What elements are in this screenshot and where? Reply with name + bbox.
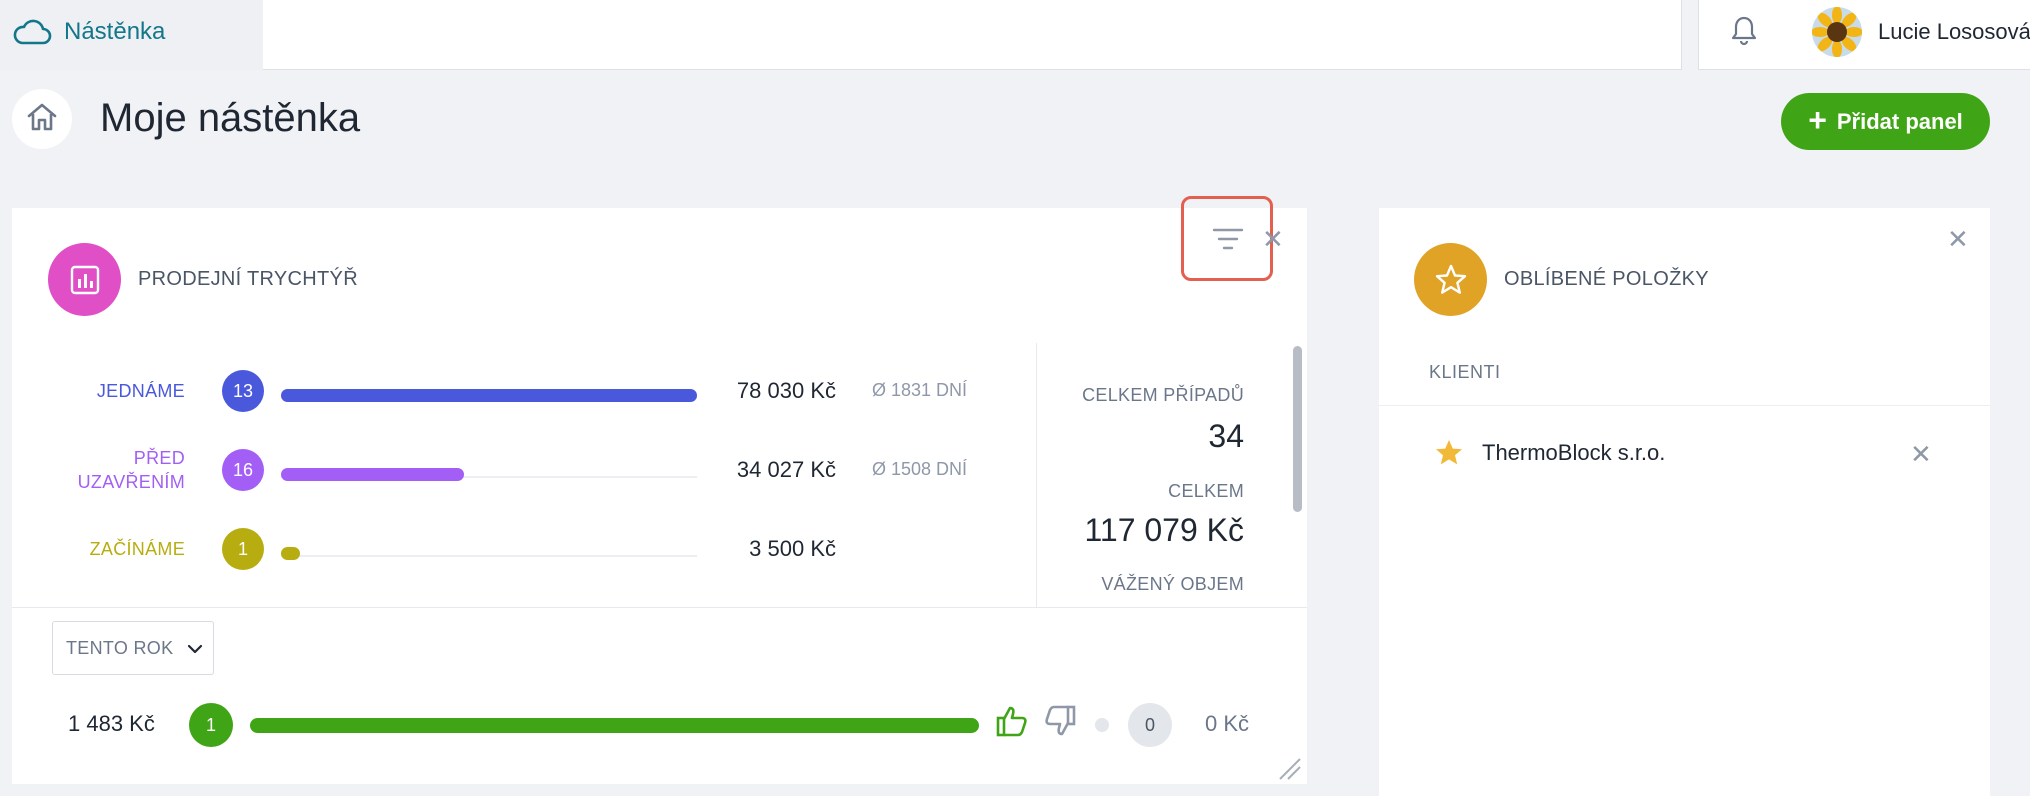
favorites-divider bbox=[1379, 405, 1990, 406]
stage-label-line: UZAVŘENÍM bbox=[77, 472, 185, 492]
clients-section-label: KLIENTI bbox=[1429, 362, 1501, 382]
stage-bar-fill bbox=[281, 389, 697, 402]
stage-average-days: Ø 1508 DNÍ bbox=[872, 459, 968, 479]
stage-label: ZAČÍNÁME bbox=[90, 537, 185, 561]
stage-label: JEDNÁME bbox=[97, 379, 185, 403]
total-cases-label: CELKEM PŘÍPADŮ bbox=[1082, 385, 1244, 405]
star-filled-icon[interactable] bbox=[1434, 438, 1464, 473]
won-count-badge: 1 bbox=[189, 703, 233, 747]
lost-count-badge: 0 bbox=[1128, 703, 1172, 747]
stage-average-days: Ø 1831 DNÍ bbox=[872, 380, 968, 400]
stage-label-line: PŘED bbox=[133, 448, 185, 468]
user-name[interactable]: Lucie Lososová bbox=[1878, 19, 2030, 45]
nav-tab-label: Nástěnka bbox=[64, 18, 166, 45]
avatar[interactable] bbox=[1812, 7, 1862, 57]
stats-divider bbox=[1036, 343, 1037, 607]
nav-tab-dashboard[interactable]: Nástěnka bbox=[0, 0, 264, 70]
total-value: 117 079 Kč bbox=[1084, 512, 1244, 548]
star-outline-icon bbox=[1414, 243, 1487, 316]
period-select-value: TENTO ROK bbox=[66, 637, 174, 658]
thumbs-down-icon[interactable] bbox=[1041, 703, 1077, 744]
weighted-volume-label: VÁŽENÝ OBJEM bbox=[1101, 574, 1244, 594]
remove-favorite-icon[interactable]: ✕ bbox=[1910, 439, 1932, 470]
stage-label: PŘED UZAVŘENÍM bbox=[78, 446, 185, 494]
total-label: CELKEM bbox=[1168, 481, 1244, 501]
lost-amount: 0 Kč bbox=[1205, 711, 1250, 736]
add-panel-button[interactable]: + Přidat panel bbox=[1781, 93, 1990, 150]
page-title: Moje nástěnka bbox=[100, 96, 361, 140]
close-favorites-panel-icon[interactable]: ✕ bbox=[1947, 224, 1969, 255]
stage-amount: 78 030 Kč bbox=[736, 378, 836, 403]
won-amount: 1 483 Kč bbox=[68, 711, 155, 736]
favorites-panel-title: OBLÍBENÉ POLOŽKY bbox=[1504, 268, 1709, 290]
stage-bar-track bbox=[281, 555, 697, 557]
stage-amount: 3 500 Kč bbox=[749, 536, 836, 561]
stage-bar-fill bbox=[281, 547, 300, 560]
thumbs-up-icon[interactable] bbox=[995, 703, 1031, 744]
home-button[interactable] bbox=[12, 89, 72, 149]
period-select[interactable]: TENTO ROK bbox=[52, 621, 214, 675]
funnel-footer-divider bbox=[12, 607, 1307, 608]
chart-icon bbox=[48, 243, 121, 316]
home-icon bbox=[25, 101, 59, 138]
chevron-down-icon bbox=[187, 638, 203, 659]
top-search-area[interactable] bbox=[263, 0, 1682, 70]
favorite-item-name[interactable]: ThermoBlock s.r.o. bbox=[1482, 440, 1665, 466]
sales-funnel-panel bbox=[12, 208, 1307, 784]
filter-icon[interactable] bbox=[1212, 227, 1244, 256]
scrollbar[interactable] bbox=[1293, 346, 1302, 512]
cloud-icon bbox=[12, 18, 52, 51]
stage-amount: 34 027 Kč bbox=[736, 457, 836, 482]
stage-count-badge: 1 bbox=[222, 528, 264, 570]
stage-count-badge: 16 bbox=[222, 449, 264, 491]
top-bar: Nástěnka Lucie Lososová bbox=[0, 0, 2030, 70]
stage-bar-fill bbox=[281, 468, 464, 481]
separator-dot bbox=[1095, 718, 1109, 732]
total-cases-value: 34 bbox=[1208, 418, 1244, 454]
plus-icon: + bbox=[1808, 102, 1827, 138]
stage-count-badge: 13 bbox=[222, 370, 264, 412]
close-funnel-panel-icon[interactable]: ✕ bbox=[1262, 224, 1284, 255]
resize-handle-icon[interactable] bbox=[1276, 755, 1302, 786]
won-bar bbox=[250, 718, 979, 733]
add-panel-label: Přidat panel bbox=[1836, 108, 1963, 134]
stage-label-line: JEDNÁME bbox=[96, 381, 185, 401]
bell-icon[interactable] bbox=[1731, 14, 1757, 53]
funnel-panel-title: PRODEJNÍ TRYCHTÝŘ bbox=[138, 268, 358, 290]
stage-label-line: ZAČÍNÁME bbox=[89, 539, 185, 559]
